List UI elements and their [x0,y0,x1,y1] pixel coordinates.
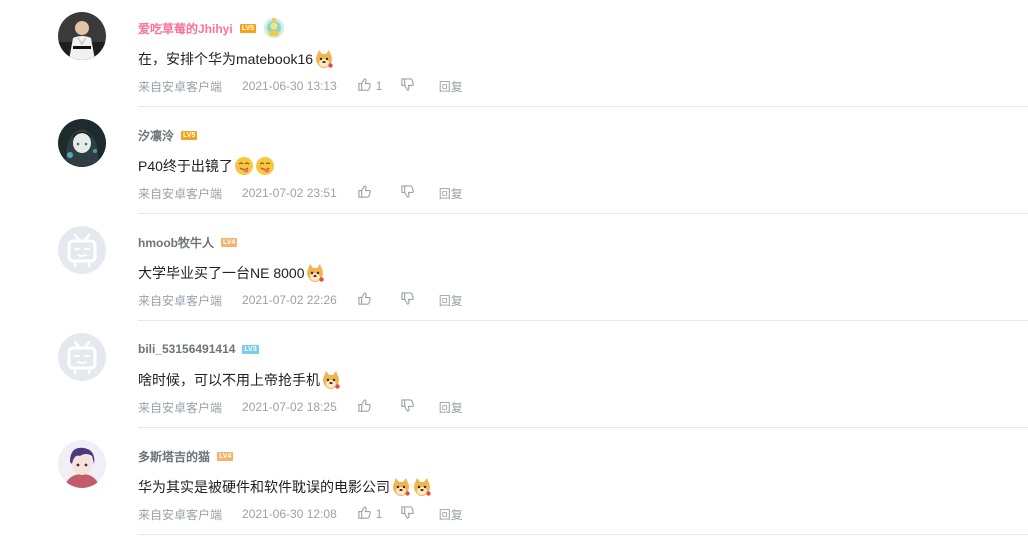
user-line: 爱吃草莓的Jhihyi LV5 [138,16,286,40]
thumb-up-icon [357,505,372,523]
avatar[interactable] [58,226,106,274]
comment-text: 在，安排个华为matebook16 [138,48,334,70]
user-line: hmoob牧牛人 LV4 [138,233,238,251]
like-count: 1 [375,79,383,93]
username-link[interactable]: 多斯塔吉的猫 [138,448,210,465]
comment-text: 大学毕业买了一台NE 8000 [138,262,325,284]
source-label: 来自安卓客户端 [138,186,223,201]
level-badge: LV5 [239,23,257,33]
comment-content: 大学毕业买了一台NE 8000 [138,265,305,281]
comment-body: 爱吃草莓的Jhihyi LV5 在，安排个华为matebook16 来自安卓客户… [138,0,1028,107]
source-label: 来自安卓客户端 [138,293,223,308]
source-label: 来自安卓客户端 [138,79,223,94]
timestamp: 2021-06-30 13:13 [242,79,337,93]
level-badge: LV4 [217,451,234,461]
doge-icon [391,477,411,497]
comment-content: 啥时候，可以不用上帝抢手机 [138,372,320,388]
comment-info-bar: 来自安卓客户端 2021-07-02 22:26 回复 [138,292,463,308]
thumb-up-icon [357,77,372,95]
dislike-button[interactable] [400,291,415,309]
username-link[interactable]: bili_53156491414 [138,342,235,356]
level-badge: LV3 [242,344,259,354]
like-button[interactable]: 1 [357,77,384,95]
comment-list: 爱吃草莓的Jhihyi LV5 在，安排个华为matebook16 来自安卓客户… [0,0,1028,535]
avatar[interactable] [58,119,106,167]
reply-button[interactable]: 回复 [439,399,463,416]
dislike-button[interactable] [400,77,415,95]
comment-item: 多斯塔吉的猫 LV4 华为其实是被硬件和软件耽误的电影公司 来自安卓客户端 20… [0,428,1028,535]
dislike-button[interactable] [400,184,415,202]
comment-info-bar: 来自安卓客户端 2021-07-02 18:25 回复 [138,399,463,415]
user-line: 汐凛泠 LV5 [138,126,198,144]
comment-content: P40终于出镜了 [138,158,233,174]
avatar[interactable] [58,12,106,60]
reply-button[interactable]: 回复 [439,506,463,523]
thumb-up-icon [357,398,372,416]
comment-item: 汐凛泠 LV5 P40终于出镜了 来自安卓客户端 2021-07-02 23:5… [0,107,1028,214]
comment-info-bar: 来自安卓客户端 2021-06-30 12:08 1 回复 [138,506,463,522]
username-link[interactable]: 爱吃草莓的Jhihyi [138,20,233,37]
timestamp: 2021-07-02 18:25 [242,400,337,414]
reply-button[interactable]: 回复 [439,78,463,95]
medal-badge-icon [262,16,286,40]
source-label: 来自安卓客户端 [138,507,223,522]
dislike-button[interactable] [400,505,415,523]
comment-item: 爱吃草莓的Jhihyi LV5 在，安排个华为matebook16 来自安卓客户… [0,0,1028,107]
avatar[interactable] [58,333,106,381]
thumb-down-icon [400,505,415,523]
like-count: 1 [375,507,383,521]
default-tv-avatar-icon [58,226,106,274]
doge-icon [314,49,334,69]
doge-icon [412,477,432,497]
doge-icon [305,263,325,283]
tongue-face-icon [234,156,254,176]
anime-girl-avatar-icon [58,119,106,167]
comment-text: 啥时候，可以不用上帝抢手机 [138,369,341,391]
karate-avatar-icon [58,12,106,60]
comment-item: bili_53156491414 LV3 啥时候，可以不用上帝抢手机 来自安卓客… [0,321,1028,428]
username-link[interactable]: 汐凛泠 [138,127,174,144]
anime-boy-avatar-icon [58,440,106,488]
like-button[interactable] [357,398,384,416]
thumb-down-icon [400,398,415,416]
doge-icon [321,370,341,390]
comment-body: 多斯塔吉的猫 LV4 华为其实是被硬件和软件耽误的电影公司 来自安卓客户端 20… [138,428,1028,535]
timestamp: 2021-07-02 23:51 [242,186,337,200]
avatar[interactable] [58,440,106,488]
comment-item: hmoob牧牛人 LV4 大学毕业买了一台NE 8000 来自安卓客户端 202… [0,214,1028,321]
thumb-up-icon [357,184,372,202]
thumb-down-icon [400,184,415,202]
comment-body: 汐凛泠 LV5 P40终于出镜了 来自安卓客户端 2021-07-02 23:5… [138,107,1028,214]
comment-text: P40终于出镜了 [138,155,275,177]
thumb-up-icon [357,291,372,309]
comment-body: hmoob牧牛人 LV4 大学毕业买了一台NE 8000 来自安卓客户端 202… [138,214,1028,321]
dislike-button[interactable] [400,398,415,416]
comment-body: bili_53156491414 LV3 啥时候，可以不用上帝抢手机 来自安卓客… [138,321,1028,428]
like-button[interactable] [357,184,384,202]
timestamp: 2021-07-02 22:26 [242,293,337,307]
user-line: 多斯塔吉的猫 LV4 [138,447,234,465]
thumb-down-icon [400,291,415,309]
tongue-face-icon [255,156,275,176]
divider [138,534,1028,535]
reply-button[interactable]: 回复 [439,185,463,202]
like-button[interactable]: 1 [357,505,384,523]
comment-content: 华为其实是被硬件和软件耽误的电影公司 [138,479,390,495]
reply-button[interactable]: 回复 [439,292,463,309]
comment-content: 在，安排个华为matebook16 [138,51,314,67]
comment-info-bar: 来自安卓客户端 2021-07-02 23:51 回复 [138,185,463,201]
level-badge: LV4 [221,237,238,247]
comment-text: 华为其实是被硬件和软件耽误的电影公司 [138,476,432,498]
default-tv-avatar-icon [58,333,106,381]
source-label: 来自安卓客户端 [138,400,223,415]
comment-info-bar: 来自安卓客户端 2021-06-30 13:13 1 回复 [138,78,463,94]
user-line: bili_53156491414 LV3 [138,340,259,358]
level-badge: LV5 [181,130,198,140]
timestamp: 2021-06-30 12:08 [242,507,337,521]
like-button[interactable] [357,291,384,309]
username-link[interactable]: hmoob牧牛人 [138,234,214,251]
thumb-down-icon [400,77,415,95]
